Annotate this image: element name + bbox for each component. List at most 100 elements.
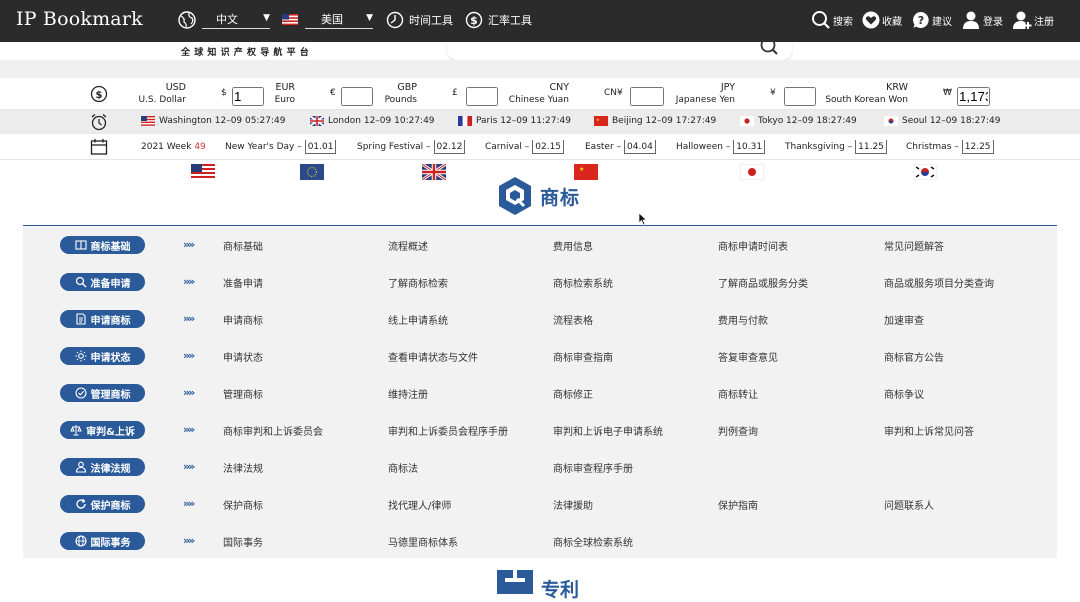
category-link[interactable]: 商标全球检索系统: [553, 534, 633, 549]
category-link[interactable]: 商标审判和上诉委员会: [223, 423, 323, 438]
category-tag-label: 管理商标: [90, 389, 131, 401]
currency-icon: $: [90, 85, 108, 103]
time-tool-button[interactable]: 时间工具: [386, 10, 453, 30]
category-link[interactable]: 了解商标检索: [388, 275, 448, 290]
category-link[interactable]: 审判和上诉电子申请系统: [553, 423, 663, 438]
category-link[interactable]: 商标官方公告: [884, 349, 944, 364]
category-tag[interactable]: 申请状态: [60, 347, 145, 365]
category-link[interactable]: 商品或服务项目分类查询: [884, 275, 994, 290]
category-tag-label: 申请状态: [90, 352, 131, 364]
category-link[interactable]: 商标法: [388, 460, 418, 475]
category-link[interactable]: 管理商标: [223, 386, 263, 401]
register-button[interactable]: 注册: [1012, 9, 1054, 31]
cny-amount-input[interactable]: [630, 87, 664, 106]
alarm-clock-icon: [91, 114, 107, 131]
category-row: 准备申请 »» 准备申请 了解商标检索 商标检索系统 了解商品或服务分类 商品或服务项目分类…: [23, 263, 1057, 300]
category-link[interactable]: 商标修正: [553, 386, 593, 401]
category-link[interactable]: 找代理人/律师: [388, 497, 451, 512]
currency-converter-row: $ USD U.S. Dollar $ EUR Euro € GBP Pound…: [0, 78, 1080, 180]
currency-symbol: ¥: [770, 88, 776, 98]
site-logo[interactable]: IP Bookmark: [16, 8, 143, 30]
holiday-name: Easter –: [585, 142, 622, 152]
category-link[interactable]: 国际事务: [223, 534, 263, 549]
triple-chevron-icon: »»: [183, 238, 195, 251]
category-link[interactable]: 加速审查: [884, 312, 924, 327]
category-link[interactable]: 费用与付款: [718, 312, 768, 327]
category-row: 保护商标 »» 保护商标 找代理人/律师 法律援助 保护指南 问题联系人: [23, 485, 1057, 522]
search-button[interactable]: 搜索: [811, 9, 853, 31]
suggest-label: 建议: [932, 16, 952, 28]
category-link[interactable]: 保护指南: [718, 497, 758, 512]
timezone-label: Washington 12–09 05:27:49: [159, 116, 286, 126]
category-link[interactable]: 商标转让: [718, 386, 758, 401]
category-link[interactable]: 维持注册: [388, 386, 428, 401]
triple-chevron-icon: »»: [183, 534, 195, 547]
currency-name: Japanese Yen: [675, 95, 735, 105]
user-icon: [963, 11, 979, 29]
krw-amount-input[interactable]: [957, 87, 990, 106]
category-link[interactable]: 法律法规: [223, 460, 263, 475]
category-link[interactable]: 法律援助: [553, 497, 593, 512]
holiday-date: 11.25: [855, 140, 887, 154]
week-prefix: 2021 Week: [141, 142, 192, 152]
category-link[interactable]: 答复审查意见: [718, 349, 778, 364]
category-tag[interactable]: 审判&上诉: [60, 421, 145, 439]
category-link[interactable]: 流程表格: [553, 312, 593, 327]
favorite-button[interactable]: 收藏: [862, 9, 902, 31]
site-slogan: 全球知识产权导航平台: [181, 48, 314, 58]
category-tag[interactable]: 商标基础: [60, 236, 145, 254]
eu-flag-icon: [300, 164, 324, 180]
fr-flag-icon: [458, 116, 472, 126]
svg-text:★: ★: [596, 117, 600, 122]
person-icon: [75, 461, 86, 473]
category-link[interactable]: 申请状态: [223, 349, 263, 364]
gbp-amount-input[interactable]: [466, 87, 498, 106]
category-link[interactable]: 查看申请状态与文件: [388, 349, 478, 364]
category-link[interactable]: 费用信息: [553, 238, 593, 253]
category-link[interactable]: 判例查询: [718, 423, 758, 438]
category-tag[interactable]: 保护商标: [60, 495, 145, 513]
category-link[interactable]: 准备申请: [223, 275, 263, 290]
add-user-icon: [1013, 11, 1032, 29]
eur-amount-input[interactable]: [341, 87, 373, 106]
category-link[interactable]: 审判和上诉常见问答: [884, 423, 974, 438]
language-select[interactable]: 中文 ▼: [202, 10, 270, 30]
timezone-paris: Paris 12–09 11:27:49: [458, 116, 571, 126]
category-tag[interactable]: 国际事务: [60, 532, 145, 550]
holiday-date: 02.12: [433, 140, 466, 154]
category-link[interactable]: 审判和上诉委员会程序手册: [388, 423, 508, 438]
holiday-name: Christmas –: [906, 142, 959, 152]
category-tag[interactable]: 准备申请: [60, 273, 145, 291]
holiday-name: Spring Festival –: [357, 142, 431, 152]
category-tag[interactable]: 管理商标: [60, 384, 145, 402]
timezone-label: Paris 12–09 11:27:49: [476, 116, 571, 126]
login-button[interactable]: 登录: [961, 9, 1003, 31]
category-link[interactable]: 商标争议: [884, 386, 924, 401]
category-link[interactable]: 商标检索系统: [553, 275, 613, 290]
category-link[interactable]: 马德里商标体系: [388, 534, 458, 549]
triple-chevron-icon: »»: [183, 386, 195, 399]
category-link[interactable]: 商标审查程序手册: [553, 460, 633, 475]
category-link[interactable]: 线上申请系统: [388, 312, 448, 327]
category-link[interactable]: 申请商标: [223, 312, 263, 327]
book-icon: [74, 240, 87, 250]
category-link[interactable]: 保护商标: [223, 497, 263, 512]
category-tag[interactable]: 申请商标: [60, 310, 145, 328]
category-link[interactable]: 了解商品或服务分类: [718, 275, 808, 290]
search-icon[interactable]: [760, 40, 780, 58]
category-link[interactable]: 商标申请时间表: [718, 238, 788, 253]
jpy-amount-input[interactable]: [784, 87, 816, 106]
category-link[interactable]: 常见问题解答: [884, 238, 944, 253]
holiday-row: 2021 Week 49 New Year's Day –01.01 Sprin…: [0, 134, 1080, 160]
suggest-button[interactable]: ? 建议: [912, 9, 952, 31]
exchange-tool-button[interactable]: $ 汇率工具: [465, 10, 532, 30]
currency-name: Euro: [274, 95, 295, 105]
country-select[interactable]: 美国 ▼: [305, 10, 373, 30]
svg-text:$: $: [470, 14, 478, 27]
time-tool-label: 时间工具: [409, 14, 453, 27]
category-tag[interactable]: 法律法规: [60, 458, 145, 476]
category-link[interactable]: 商标审查指南: [553, 349, 613, 364]
category-link[interactable]: 商标基础: [223, 238, 263, 253]
category-link[interactable]: 流程概述: [388, 238, 428, 253]
category-link[interactable]: 问题联系人: [884, 497, 934, 512]
